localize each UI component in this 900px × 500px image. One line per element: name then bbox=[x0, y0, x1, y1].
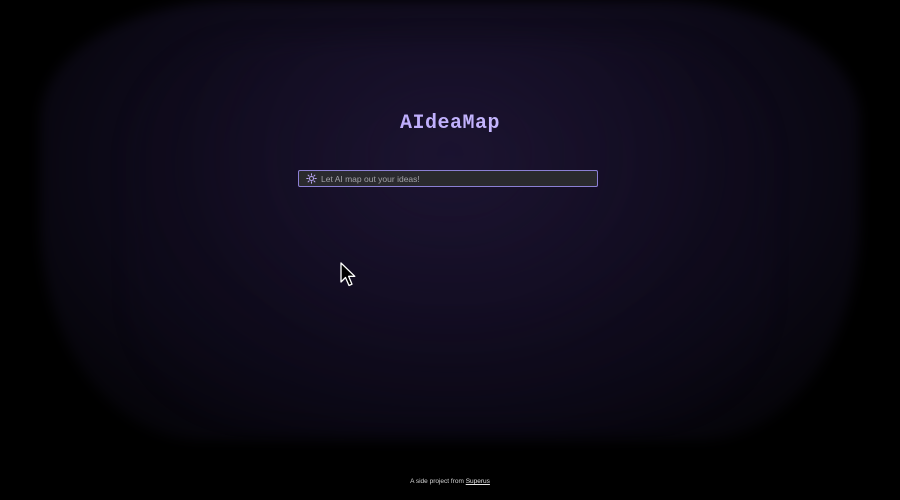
idea-input[interactable] bbox=[321, 171, 597, 186]
footer: A side project from Superus bbox=[0, 478, 900, 485]
footer-text: A side project from bbox=[410, 478, 464, 485]
superus-link[interactable]: Superus bbox=[466, 478, 490, 485]
background-glow-inner bbox=[130, 40, 770, 420]
page: AIdeaMap A side p bbox=[0, 0, 900, 500]
idea-search-bar[interactable] bbox=[298, 170, 598, 187]
mouse-pointer-icon bbox=[340, 262, 358, 288]
app-title: AIdeaMap bbox=[0, 112, 900, 135]
sparkle-gear-icon bbox=[305, 173, 317, 185]
